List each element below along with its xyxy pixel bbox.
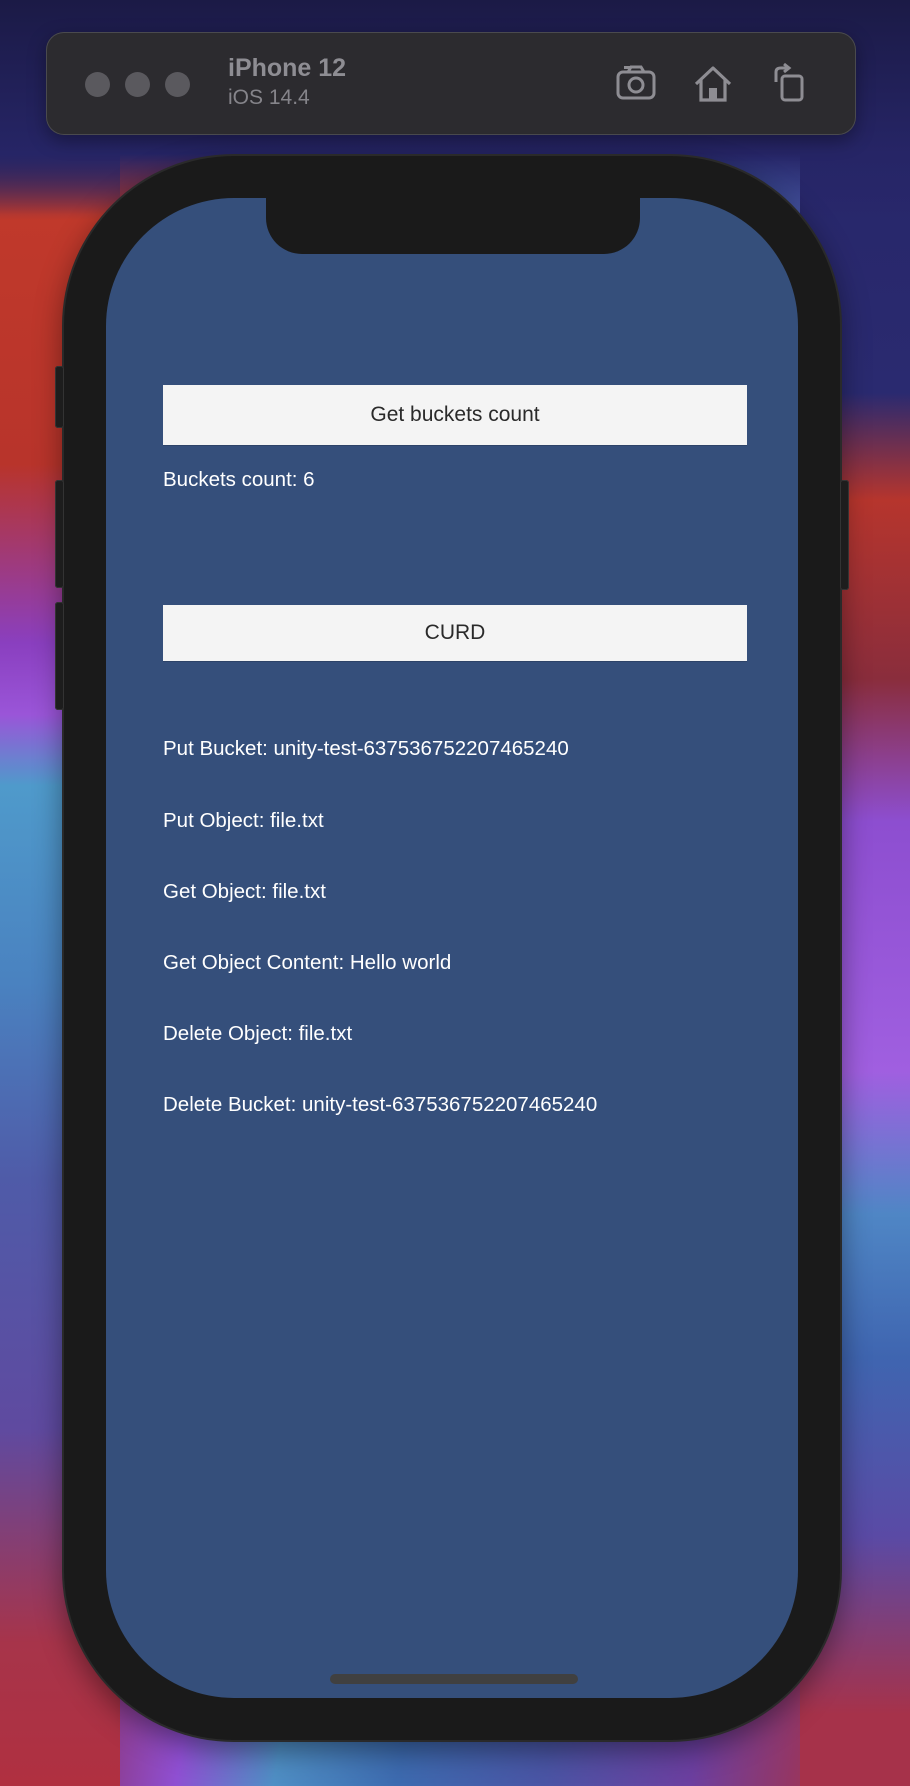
power-button[interactable] (840, 480, 849, 590)
get-buckets-count-button[interactable]: Get buckets count (163, 385, 747, 445)
camera-notch (266, 198, 640, 254)
log-line-put-bucket: Put Bucket: unity-test-63753675220746524… (163, 737, 569, 761)
log-line-get-object: Get Object: file.txt (163, 879, 326, 903)
device-name: iPhone 12 (228, 54, 347, 82)
buckets-count-label: Buckets count: 6 (163, 468, 315, 491)
mute-switch[interactable] (55, 366, 64, 428)
rotate-icon[interactable] (768, 62, 812, 106)
home-indicator[interactable] (330, 1674, 578, 1684)
simulator-toolbar: iPhone 12 iOS 14.4 (46, 32, 856, 135)
volume-down-button[interactable] (55, 602, 64, 710)
home-icon[interactable] (691, 62, 735, 106)
log-line-delete-bucket: Delete Bucket: unity-test-63753675220746… (163, 1092, 598, 1116)
curd-button[interactable]: CURD (163, 605, 747, 661)
log-line-put-object: Put Object: file.txt (163, 808, 324, 832)
log-line-delete-object: Delete Object: file.txt (163, 1021, 353, 1045)
device-os-version: iOS 14.4 (228, 86, 310, 109)
window-minimize-button[interactable] (125, 72, 150, 97)
window-close-button[interactable] (85, 72, 110, 97)
window-zoom-button[interactable] (165, 72, 190, 97)
screenshot-icon[interactable] (614, 62, 658, 106)
iphone-device-frame: Get buckets count Buckets count: 6 CURD … (55, 156, 849, 1740)
volume-up-button[interactable] (55, 480, 64, 588)
app-screen: Get buckets count Buckets count: 6 CURD … (106, 198, 798, 1698)
log-line-get-object-content: Get Object Content: Hello world (163, 950, 452, 974)
operation-log: Put Bucket: unity-test-63753675220746524… (163, 690, 597, 1164)
